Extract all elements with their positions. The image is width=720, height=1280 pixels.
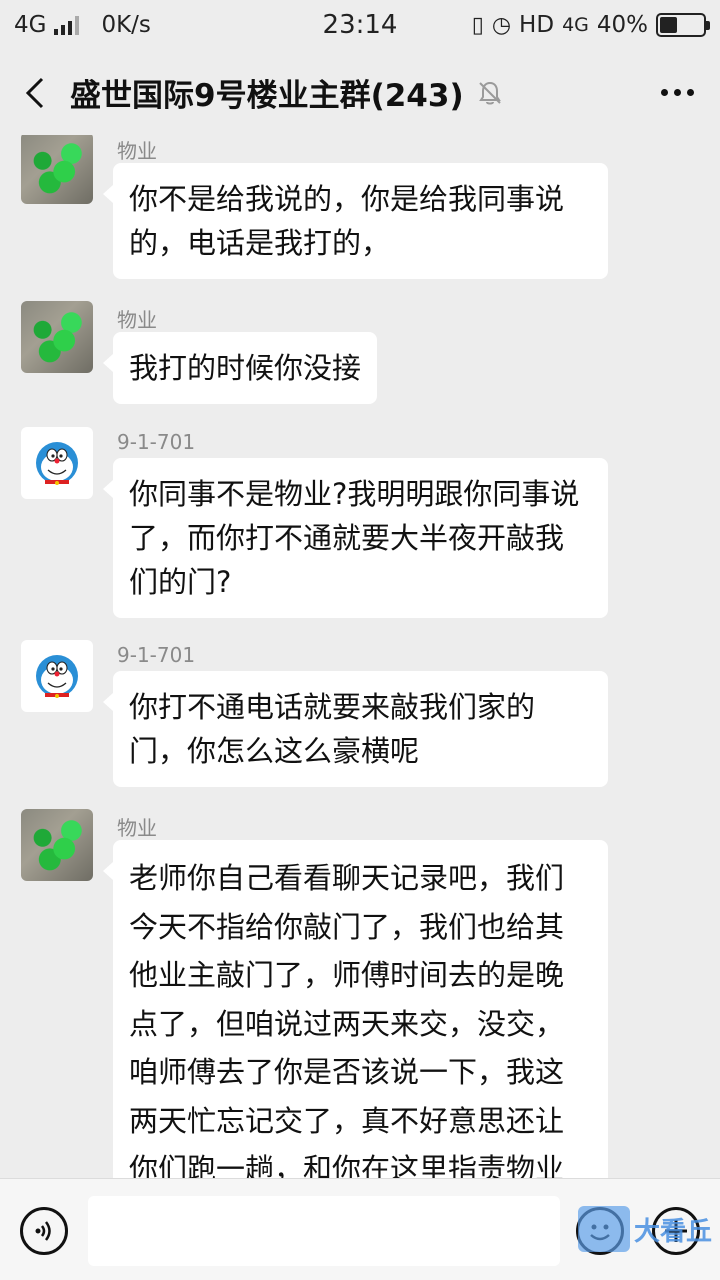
avatar[interactable] [21,427,93,499]
message-input[interactable] [88,1196,560,1266]
back-button[interactable] [0,50,70,135]
chat-title: 盛世国际9号楼业主群(243) [70,78,464,114]
network-speed: 0K/s [101,12,151,38]
voice-button[interactable] [20,1207,68,1255]
message-bubble[interactable]: 你不是给我说的，你是给我同事说的，电话是我打的， [103,163,608,279]
network-type-2: 4G [562,14,589,36]
voice-icon [35,1221,51,1241]
watermark: 大看丘 [577,1206,712,1252]
message-bubble[interactable]: 你同事不是物业?我明明跟你同事说了，而你打不通就要大半夜开敲我们的门? [103,458,608,618]
message-bubble[interactable]: 老师你自己看看聊天记录吧，我们今天不指给你敲门了，我们也给其他业主敲门了，师傅时… [103,840,608,1178]
status-bar: 4G 0K/s 23:14 ▯ ◷ HD 4G 40% [0,0,720,50]
sender-name: 9-1-701 [117,430,196,454]
sender-name: 物业 [117,308,157,332]
status-right: ▯ ◷ HD 4G 40% [471,12,710,38]
network-type: 4G [14,12,47,38]
avatar[interactable] [21,640,93,712]
message-bubble[interactable]: 你打不通电话就要来敲我们家的门，你怎么这么豪横呢 [103,671,608,787]
battery-percent: 40% [596,12,648,38]
doraemon-icon [36,655,78,698]
chat-area[interactable]: 物业 你不是给我说的，你是给我同事说的，电话是我打的， 物业 我打的时候你没接 … [0,135,720,1178]
alarm-icon: ◷ [491,12,512,38]
more-button[interactable] [652,72,702,112]
sender-name: 物业 [117,139,157,163]
watermark-logo [577,1206,630,1252]
back-icon [25,77,44,108]
avatar[interactable] [21,301,93,373]
message-bubble[interactable]: 我打的时候你没接 [102,332,378,404]
hd-label: HD [519,12,555,38]
avatar[interactable] [21,809,93,881]
more-icon [660,88,668,96]
watermark-text: 大看丘 [633,1216,712,1247]
status-left: 4G 0K/s [14,12,151,38]
vibrate-icon: ▯ [471,12,484,38]
battery-fill [660,17,677,33]
mute-bell-icon [478,81,501,104]
sender-name: 物业 [117,816,157,840]
title-bar: 盛世国际9号楼业主群(243) [0,50,720,135]
doraemon-icon [36,442,78,485]
battery-icon [656,13,710,37]
avatar[interactable] [21,135,93,204]
sender-name: 9-1-701 [117,643,196,667]
signal-icon [54,15,80,35]
